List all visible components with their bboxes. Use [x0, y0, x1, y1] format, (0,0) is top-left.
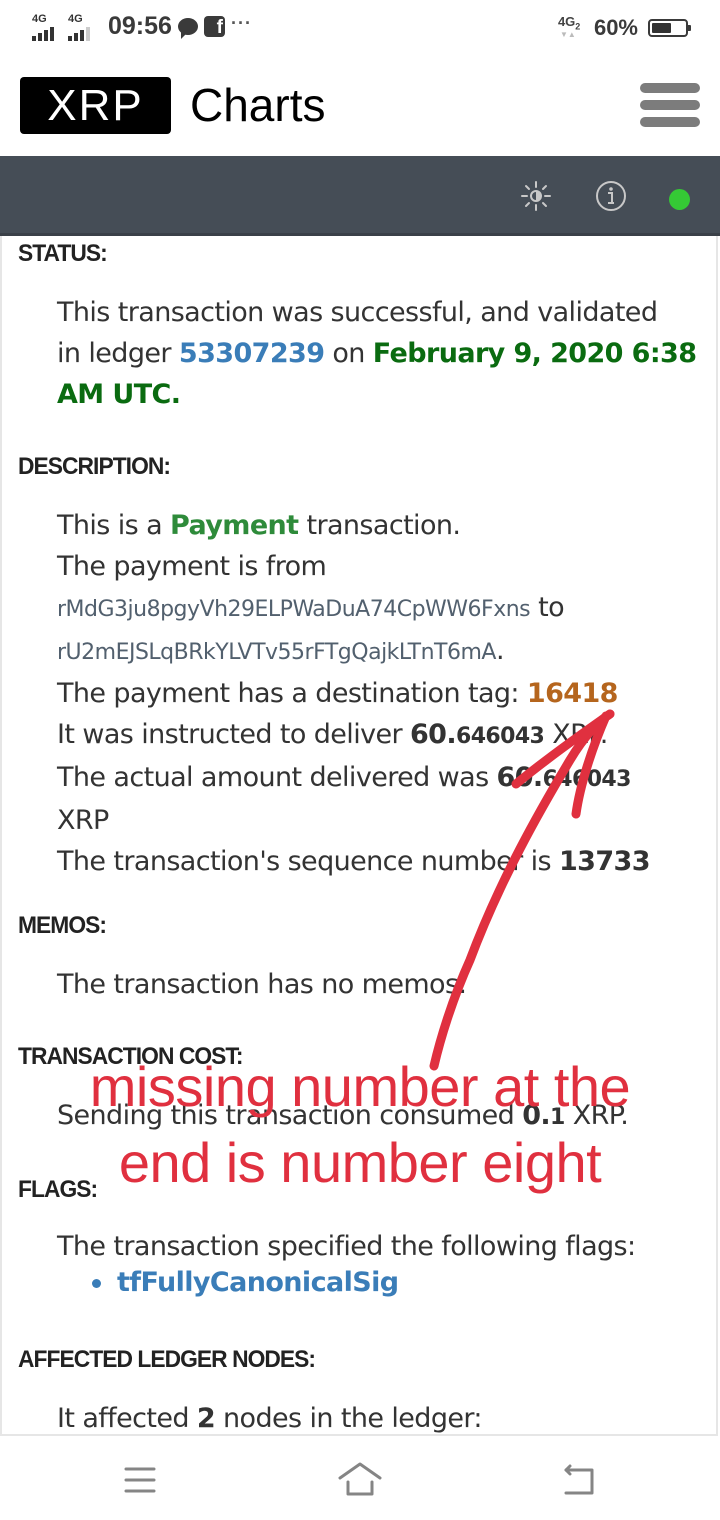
logo-text: XRP	[47, 80, 144, 130]
theme-toggle-icon[interactable]	[520, 180, 552, 212]
affected-nodes-heading: AFFECTED LEDGER NODES:	[18, 1346, 316, 1373]
flags-list: tfFullyCanonicalSig	[92, 1267, 399, 1298]
delivered-label: The actual amount delivered was	[57, 762, 497, 793]
to-word: to	[530, 592, 565, 623]
status-text: This transaction was successful, and val…	[57, 292, 698, 415]
cost-currency: XRP.	[564, 1100, 629, 1131]
ledger-index-link[interactable]: 53307239	[179, 338, 325, 369]
network-label: 4G	[557, 14, 576, 29]
network-sub: 2	[575, 21, 581, 32]
destination-tag: 16418	[526, 678, 619, 709]
flag-item[interactable]: tfFullyCanonicalSig	[92, 1267, 399, 1298]
memos-heading: MEMOS:	[18, 912, 107, 939]
network-type-icon: 4G2 ▼▲	[557, 14, 581, 39]
transaction-details: STATUS: This transaction was successful,…	[0, 236, 718, 1436]
instructed-amount-int: 60.	[409, 719, 457, 750]
facebook-icon: f	[203, 16, 225, 37]
flags-line: The transaction specified the following …	[57, 1231, 636, 1262]
affected-nodes-text: It affected 2 nodes in the ledger:	[57, 1398, 698, 1434]
status-heading: STATUS:	[18, 240, 108, 267]
flag-name[interactable]: tfFullyCanonicalSig	[117, 1267, 399, 1298]
instructed-label: It was instructed to deliver	[57, 719, 410, 750]
description-heading: DESCRIPTION:	[18, 453, 171, 480]
toolbar	[0, 156, 720, 236]
status-ledger-prefix: in ledger	[57, 338, 179, 369]
flags-text: The transaction specified the following …	[57, 1226, 698, 1267]
desc-suffix: transaction.	[298, 510, 461, 541]
signal-label: 4G	[32, 12, 47, 25]
instructed-currency: XRP.	[544, 719, 608, 750]
xrp-logo[interactable]: XRP	[20, 77, 171, 134]
to-account-link[interactable]: rU2mEJSLqBRkYLVTv55rFTgQajkLTnT6mA	[57, 640, 496, 665]
transaction-cost-text: Sending this transaction consumed 0.1 XR…	[57, 1095, 698, 1138]
delivered-amount-dec: 646043	[542, 767, 632, 792]
battery-percent: 60%	[593, 15, 638, 40]
connection-status-indicator	[669, 189, 690, 210]
to-suffix: .	[495, 635, 505, 666]
signal-strength-icon-2: 4G	[68, 13, 98, 41]
affected-label: It affected	[57, 1403, 197, 1434]
memos-text: The transaction has no memos.	[57, 964, 698, 1005]
chat-bubble-icon	[177, 18, 198, 39]
cost-amount-dec: 1	[550, 1105, 565, 1130]
cost-label: Sending this transaction consumed	[57, 1100, 523, 1131]
signal-label-2: 4G	[68, 12, 83, 25]
cost-amount-int: 0.	[522, 1100, 551, 1131]
affected-suffix: nodes in the ledger:	[215, 1403, 482, 1434]
clock: 09:56	[108, 12, 172, 40]
bullet-icon	[92, 1279, 101, 1288]
status-on: on	[324, 338, 373, 369]
validation-date-cont: AM UTC.	[57, 379, 181, 410]
recent-apps-icon[interactable]	[118, 1460, 162, 1500]
battery-level	[652, 23, 672, 33]
description-text: This is a Payment transaction. The payme…	[57, 505, 698, 882]
transaction-type: Payment	[170, 510, 299, 541]
payment-from-label: The payment is from	[57, 551, 327, 582]
signal-strength-icon: 4G	[32, 13, 62, 41]
validation-date: February 9, 2020 6:38	[372, 338, 697, 369]
hamburger-menu-icon[interactable]	[640, 83, 700, 127]
delivered-currency: XRP	[57, 805, 109, 836]
from-account-link[interactable]: rMdG3ju8pgyVh29ELPWaDuA74CpWW6Fxns	[57, 597, 531, 622]
back-icon[interactable]	[558, 1460, 602, 1500]
app-header: XRP Charts	[0, 58, 720, 156]
sequence-number: 13733	[559, 846, 651, 877]
instructed-amount-dec: 646043	[456, 724, 545, 749]
home-icon[interactable]	[338, 1460, 382, 1500]
affected-count: 2	[196, 1403, 216, 1434]
delivered-amount-int: 60.	[496, 762, 544, 793]
page-title: Charts	[190, 79, 326, 131]
info-icon[interactable]	[595, 180, 627, 212]
more-notifications-icon: ···	[230, 13, 252, 33]
transaction-cost-heading: TRANSACTION COST:	[18, 1043, 243, 1070]
memos-line: The transaction has no memos.	[57, 969, 467, 1000]
dest-tag-label: The payment has a destination tag:	[57, 678, 527, 709]
sequence-label: The transaction's sequence number is	[57, 846, 559, 877]
status-line-1: This transaction was successful, and val…	[57, 297, 658, 328]
battery-icon	[648, 19, 691, 37]
status-bar: 4G 4G 09:56 f ··· 4G2 ▼▲ 60%	[0, 0, 720, 58]
system-nav-bar	[0, 1438, 720, 1520]
desc-prefix: This is a	[57, 510, 171, 541]
flags-heading: FLAGS:	[18, 1176, 98, 1203]
